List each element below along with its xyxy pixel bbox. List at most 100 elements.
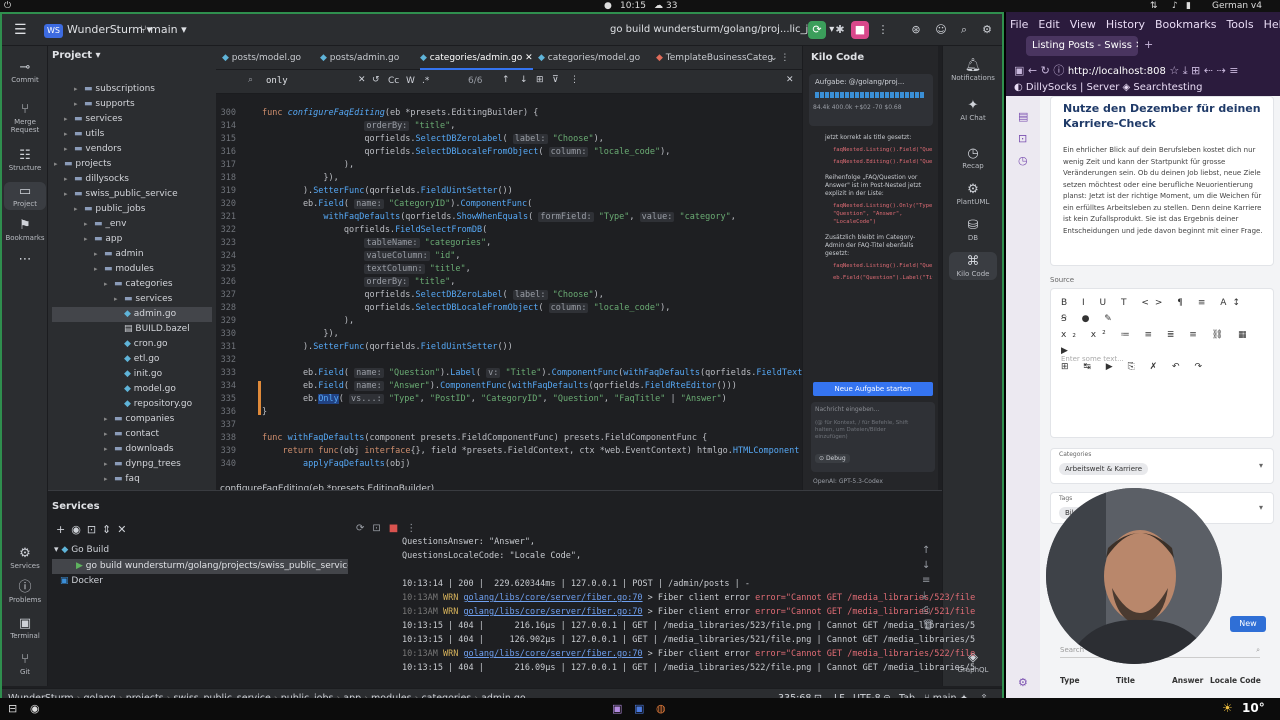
mode-selector[interactable]: ⊙ Debug <box>815 454 850 463</box>
select-all-icon[interactable]: ⊞ <box>536 75 544 85</box>
plantuml-tool[interactable]: ⚙ PlantUML <box>949 182 997 206</box>
category-chip[interactable]: Arbeitswelt & Karriere <box>1059 463 1149 475</box>
branch-selector[interactable]: ⑂ main ▾ <box>140 14 187 46</box>
col-type[interactable]: Type <box>1060 676 1080 685</box>
new-button[interactable]: New <box>1230 616 1266 632</box>
keyboard-layout[interactable]: German v4 <box>1212 0 1262 12</box>
tree-folder[interactable]: ▸ ▬ dillysocks <box>64 172 129 187</box>
run-config-selector[interactable]: go build wundersturm/golang/proj...lic_j… <box>610 14 834 46</box>
tree-folder[interactable]: ▸ ▬ categories <box>104 277 173 292</box>
console-toolbar[interactable]: ⟳⊡■⋮ <box>356 523 424 534</box>
git-tool[interactable]: ⑂ Git <box>4 652 46 676</box>
next-match-icon[interactable]: ↓ <box>520 75 528 85</box>
stop-icon[interactable]: ■ <box>851 21 869 39</box>
tree-folder[interactable]: ▸ ▬ services <box>64 112 122 127</box>
menu-tools[interactable]: Tools <box>1226 18 1253 31</box>
tree-folder[interactable]: ▸ ▬ faq <box>104 472 140 487</box>
prev-match-icon[interactable]: ↑ <box>502 75 510 85</box>
browser-tab[interactable]: Listing Posts - Swiss ✕ <box>1026 36 1138 56</box>
menu-history[interactable]: History <box>1106 18 1145 31</box>
menu-help[interactable]: Help <box>1264 18 1280 31</box>
col-title[interactable]: Title <box>1116 676 1135 685</box>
network-icon[interactable]: ⇅ <box>1150 0 1158 12</box>
more-options-icon[interactable]: ⋮ <box>570 75 579 85</box>
console-side-actions[interactable]: ↑ ↓ ≡ ⤓ ⎙ 🗑︎ <box>922 543 935 633</box>
debug-icon[interactable]: ✱ <box>831 21 849 39</box>
task-header[interactable]: Aufgabe: @/golang/proj... 84.4k 400.0k +… <box>809 74 933 126</box>
kilo-code-tool[interactable]: ⌘ Kilo Code <box>949 252 997 280</box>
tree-folder[interactable]: ▸ ▬ services <box>114 292 172 307</box>
clear-icon[interactable]: ✕ <box>358 75 366 85</box>
app-icon-1[interactable]: ▣ <box>612 702 622 715</box>
match-case-toggle[interactable]: Cc <box>388 76 399 86</box>
run-item[interactable]: ▶ go build wundersturm/golang/projects/s… <box>52 559 348 574</box>
tab-categories-admin[interactable]: ◆ categories/admin.go ✕ <box>420 46 533 70</box>
whole-word-toggle[interactable]: W <box>406 76 415 86</box>
model-selector[interactable]: OpenAI: GPT-5.3-Codex <box>813 478 883 485</box>
bookmark-star-icon[interactable]: ☆ <box>1169 64 1179 77</box>
site-info-icon[interactable]: ⓘ <box>1053 64 1064 77</box>
url-field[interactable]: http://localhost:808 <box>1068 66 1166 77</box>
filter-icon[interactable]: ⊽ <box>552 75 559 85</box>
categories-field[interactable]: Categories Arbeitswelt & Karriere ▾ <box>1050 448 1274 484</box>
new-task-button[interactable]: Neue Aufgabe starten <box>813 382 933 396</box>
tree-file[interactable]: ◆ repository.go <box>114 397 192 412</box>
more-tools-icon[interactable]: ⋯ <box>4 252 46 268</box>
log-link[interactable]: golang/libs/core/server/fiber.go:70 <box>463 607 642 617</box>
services-toolbar[interactable]: +◉⊡⇕✕ <box>56 523 132 536</box>
sidebar-toggle-icon[interactable]: ⊟ <box>8 702 17 715</box>
menu-edit[interactable]: Edit <box>1038 18 1059 31</box>
db-tool[interactable]: ⛁ DB <box>949 218 997 242</box>
tab-template-business[interactable]: ◆ TemplateBusinessCateg <box>656 46 773 70</box>
close-find-icon[interactable]: ✕ <box>786 75 794 85</box>
chevron-down-icon[interactable]: ▾ <box>1259 461 1263 470</box>
tree-file[interactable]: ◆ model.go <box>114 382 176 397</box>
tree-folder[interactable]: ▸ ▬ subscriptions <box>74 82 155 97</box>
tree-folder[interactable]: ▸ ▬ modules <box>94 262 154 277</box>
tree-folder[interactable]: ▸ ▬ _env <box>84 217 126 232</box>
main-menu-icon[interactable]: ☰ <box>14 14 27 46</box>
tree-folder[interactable]: ▸ ▬ app <box>84 232 122 247</box>
search-icon[interactable]: ⌕ <box>955 21 973 39</box>
regex-toggle[interactable]: .* <box>422 76 429 86</box>
merge-request-tool[interactable]: ⑂ Merge Request <box>4 102 46 134</box>
chat-input[interactable]: Nachricht eingeben... (@ für Kontext, / … <box>811 402 935 472</box>
col-locale-code[interactable]: Locale Code <box>1210 676 1261 685</box>
menu-view[interactable]: View <box>1070 18 1096 31</box>
project-selector[interactable]: WS WunderSturm ▾ <box>44 14 152 46</box>
menu-bookmarks[interactable]: Bookmarks <box>1155 18 1216 31</box>
tree-folder[interactable]: ▸ ▬ companies <box>104 412 174 427</box>
tree-folder[interactable]: ▸ ▬ dynpg_trees <box>104 457 181 472</box>
tree-file[interactable]: ◆ etl.go <box>114 352 159 367</box>
tabs-dropdown-icon[interactable]: ⌄ ⋮ <box>770 46 789 70</box>
recap-tool[interactable]: ◷ Recap <box>949 146 997 170</box>
tree-folder[interactable]: ▸ ▬ public_jobs <box>74 202 145 217</box>
problems-tool[interactable]: ⓘ Problems <box>4 580 46 604</box>
commit-tool[interactable]: ⊸ Commit <box>4 60 46 84</box>
bookmark-item[interactable]: ◐ DillySocks | Server <box>1014 82 1119 93</box>
firefox-icon[interactable]: ◍ <box>656 702 666 715</box>
tree-folder[interactable]: ▸ ▬ downloads <box>104 442 174 457</box>
more-icon[interactable]: ⋮ <box>874 21 892 39</box>
log-link[interactable]: golang/libs/core/server/fiber.go:70 <box>463 593 642 603</box>
tab-posts-admin[interactable]: ◆ posts/admin.go <box>320 46 399 70</box>
tree-file[interactable]: ◆ init.go <box>114 367 162 382</box>
tab-categories-model[interactable]: ◆ categories/model.go <box>538 46 640 70</box>
tree-folder[interactable]: ▸ ▬ supports <box>74 97 135 112</box>
menu-file[interactable]: File <box>1010 18 1028 31</box>
tree-file[interactable]: ▤ BUILD.bazel <box>114 322 190 337</box>
app-icon-2[interactable]: ▣ <box>634 702 644 715</box>
terminal-tool[interactable]: ▣ Terminal <box>4 616 46 640</box>
bookmark-item[interactable]: ◈ Searchtesting <box>1123 82 1203 93</box>
reload-icon[interactable]: ↻ <box>1041 64 1050 77</box>
tab-posts-model[interactable]: ◆ posts/model.go <box>222 46 301 70</box>
sidebar-icon-2[interactable]: ⊡ <box>1018 132 1027 145</box>
services-tool[interactable]: ⚙ Services <box>4 546 46 570</box>
power-icon[interactable]: ⏻ <box>4 0 11 12</box>
tree-folder[interactable]: ▸ ▬ vendors <box>64 142 122 157</box>
ai-chat-tool[interactable]: ✦ AI Chat <box>949 98 997 122</box>
notifications-tool[interactable]: 🔔︎ Notifications <box>949 58 997 82</box>
copilot-icon[interactable]: ⊛ <box>907 21 925 39</box>
history-icon[interactable]: ◷ <box>1018 154 1028 167</box>
sidebar-icon[interactable]: ▣ <box>1014 64 1024 77</box>
